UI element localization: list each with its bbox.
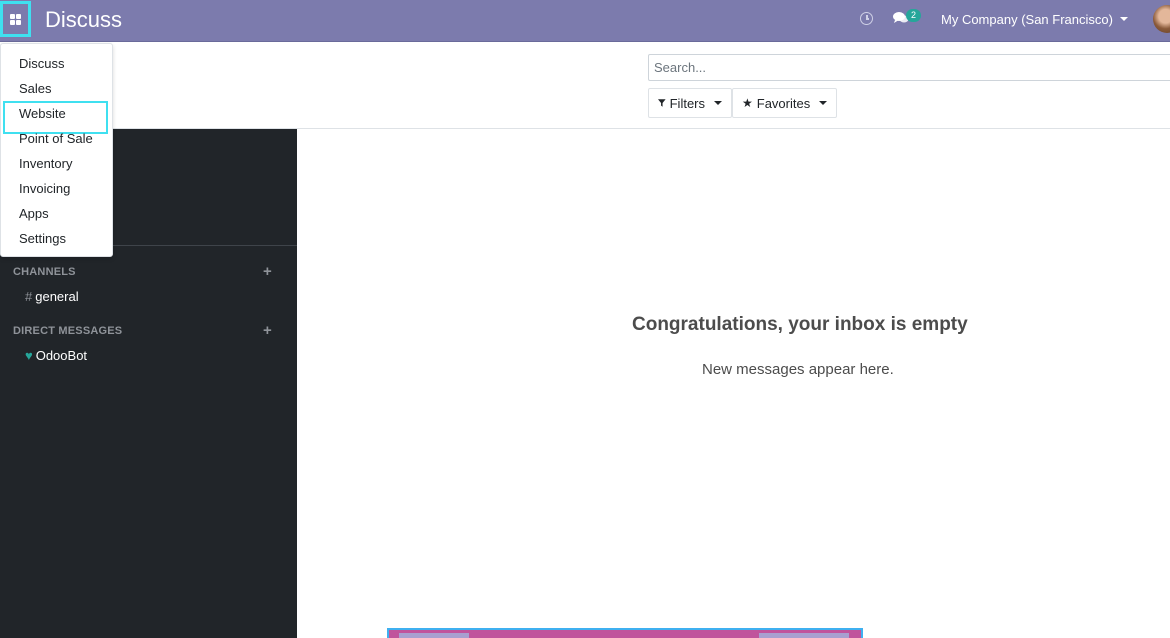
search-input[interactable] bbox=[648, 54, 1170, 81]
menu-item-apps[interactable]: Apps bbox=[1, 201, 113, 226]
add-direct-message-plus-icon[interactable]: + bbox=[263, 323, 272, 338]
dm-name: OdooBot bbox=[35, 348, 88, 363]
apps-dropdown-menu: Discuss Sales Website Point of Sale Inve… bbox=[0, 43, 113, 257]
hash-icon: # bbox=[25, 289, 33, 304]
filters-button[interactable]: Filters bbox=[648, 88, 732, 118]
favorites-label: Favorites bbox=[756, 95, 811, 111]
bottom-bar-right-segment bbox=[759, 633, 849, 638]
empty-inbox-title: Congratulations, your inbox is empty bbox=[632, 314, 968, 335]
menu-item-inventory[interactable]: Inventory bbox=[1, 151, 113, 176]
caret-down-icon bbox=[714, 101, 722, 105]
channel-name: general bbox=[35, 289, 79, 304]
dm-item-odoobot[interactable]: ♥ OdooBot bbox=[25, 348, 87, 363]
caret-down-icon[interactable] bbox=[1120, 17, 1128, 21]
control-panel: Filters ★ Favorites bbox=[0, 43, 1170, 129]
channels-section-title[interactable]: CHANNELS bbox=[13, 266, 76, 278]
menu-item-discuss[interactable]: Discuss bbox=[1, 51, 113, 76]
apps-menu-button[interactable] bbox=[0, 1, 31, 37]
menu-item-settings[interactable]: Settings bbox=[1, 226, 113, 251]
activity-clock-icon[interactable] bbox=[860, 12, 873, 25]
app-title: Discuss bbox=[45, 7, 123, 32]
favorites-button[interactable]: ★ Favorites bbox=[732, 88, 837, 118]
top-navbar: Discuss 2 My Company (San Francisco) bbox=[0, 0, 1170, 42]
bottom-bar-left-segment bbox=[399, 633, 469, 638]
menu-item-website[interactable]: Website bbox=[1, 101, 113, 134]
menu-item-invoicing[interactable]: Invoicing bbox=[1, 176, 113, 201]
menu-item-point-of-sale[interactable]: Point of Sale bbox=[1, 126, 113, 151]
bottom-overlay-bar bbox=[387, 628, 863, 638]
direct-messages-section-title[interactable]: DIRECT MESSAGES bbox=[13, 325, 122, 337]
chat-count-badge: 2 bbox=[906, 9, 921, 22]
apps-grid-icon bbox=[10, 13, 21, 25]
empty-inbox-subtitle: New messages appear here. bbox=[702, 361, 894, 378]
company-switcher[interactable]: My Company (San Francisco) bbox=[941, 12, 1113, 27]
channel-item-general[interactable]: # general bbox=[25, 289, 79, 304]
filter-icon bbox=[658, 99, 666, 107]
filters-label: Filters bbox=[669, 95, 705, 111]
user-avatar[interactable] bbox=[1153, 5, 1170, 33]
online-heart-icon: ♥ bbox=[25, 348, 33, 363]
star-icon: ★ bbox=[742, 96, 753, 110]
add-channel-plus-icon[interactable]: + bbox=[263, 264, 272, 279]
caret-down-icon bbox=[819, 101, 828, 105]
menu-item-sales[interactable]: Sales bbox=[1, 76, 113, 101]
